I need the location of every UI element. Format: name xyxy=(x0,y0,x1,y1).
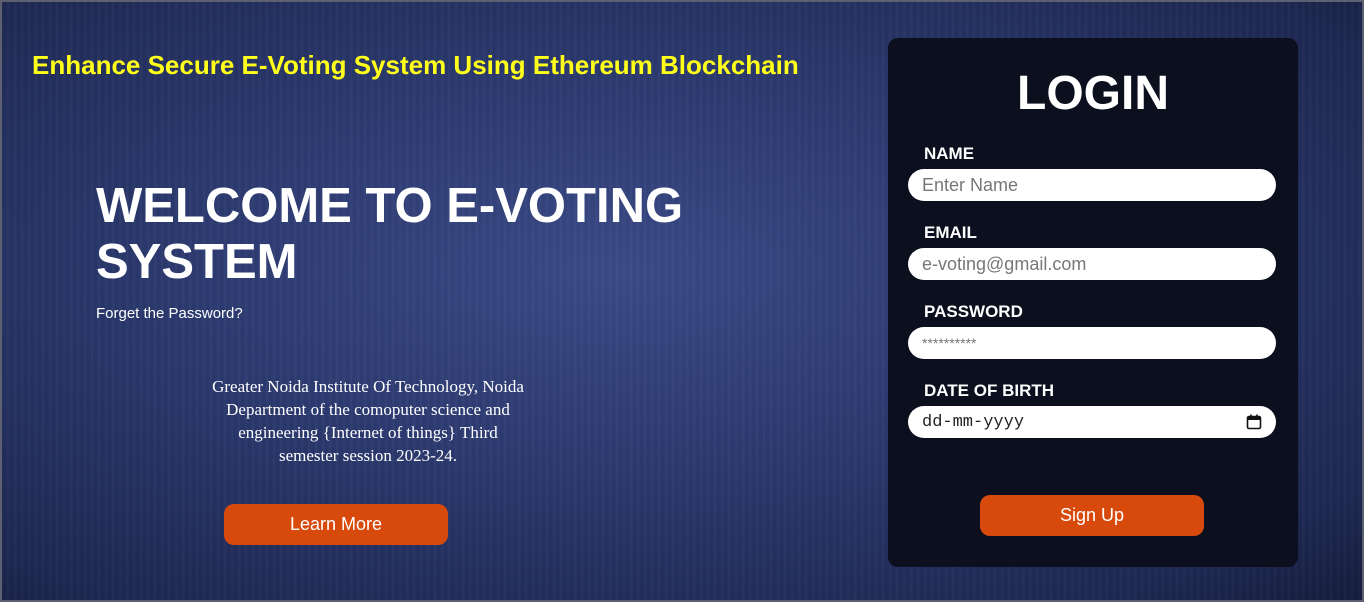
institute-line: semester session 2023-24. xyxy=(278,446,457,465)
sign-up-button[interactable]: Sign Up xyxy=(980,495,1204,536)
email-label: EMAIL xyxy=(924,223,977,242)
name-label: NAME xyxy=(924,144,975,163)
dob-placeholder: dd-mm-yyyy xyxy=(922,412,1025,432)
institute-line: engineering {Internet of things} Third xyxy=(238,423,498,442)
dob-label: DATE OF BIRTH xyxy=(924,381,1055,400)
site-title: Enhance Secure E-Voting System Using Eth… xyxy=(32,50,799,80)
login-title: LOGIN xyxy=(1017,67,1169,120)
institute-line: Greater Noida Institute Of Technology, N… xyxy=(212,377,524,396)
forgot-password-link[interactable]: Forget the Password? xyxy=(96,305,243,322)
dob-input[interactable]: dd-mm-yyyy xyxy=(908,406,1276,438)
password-label: PASSWORD xyxy=(924,302,1023,321)
login-panel: LOGIN NAME EMAIL PASSWORD DATE OF BIRTH … xyxy=(888,38,1298,567)
email-input[interactable] xyxy=(908,248,1276,280)
institute-info: Greater Noida Institute Of Technology, N… xyxy=(180,375,556,467)
calendar-icon[interactable] xyxy=(1246,414,1262,430)
learn-more-button[interactable]: Learn More xyxy=(224,504,448,545)
institute-line: Department of the comoputer science and xyxy=(226,400,510,419)
password-input[interactable] xyxy=(908,327,1276,359)
name-input[interactable] xyxy=(908,169,1276,201)
welcome-heading: WELCOME TO E-VOTING SYSTEM xyxy=(96,179,684,289)
